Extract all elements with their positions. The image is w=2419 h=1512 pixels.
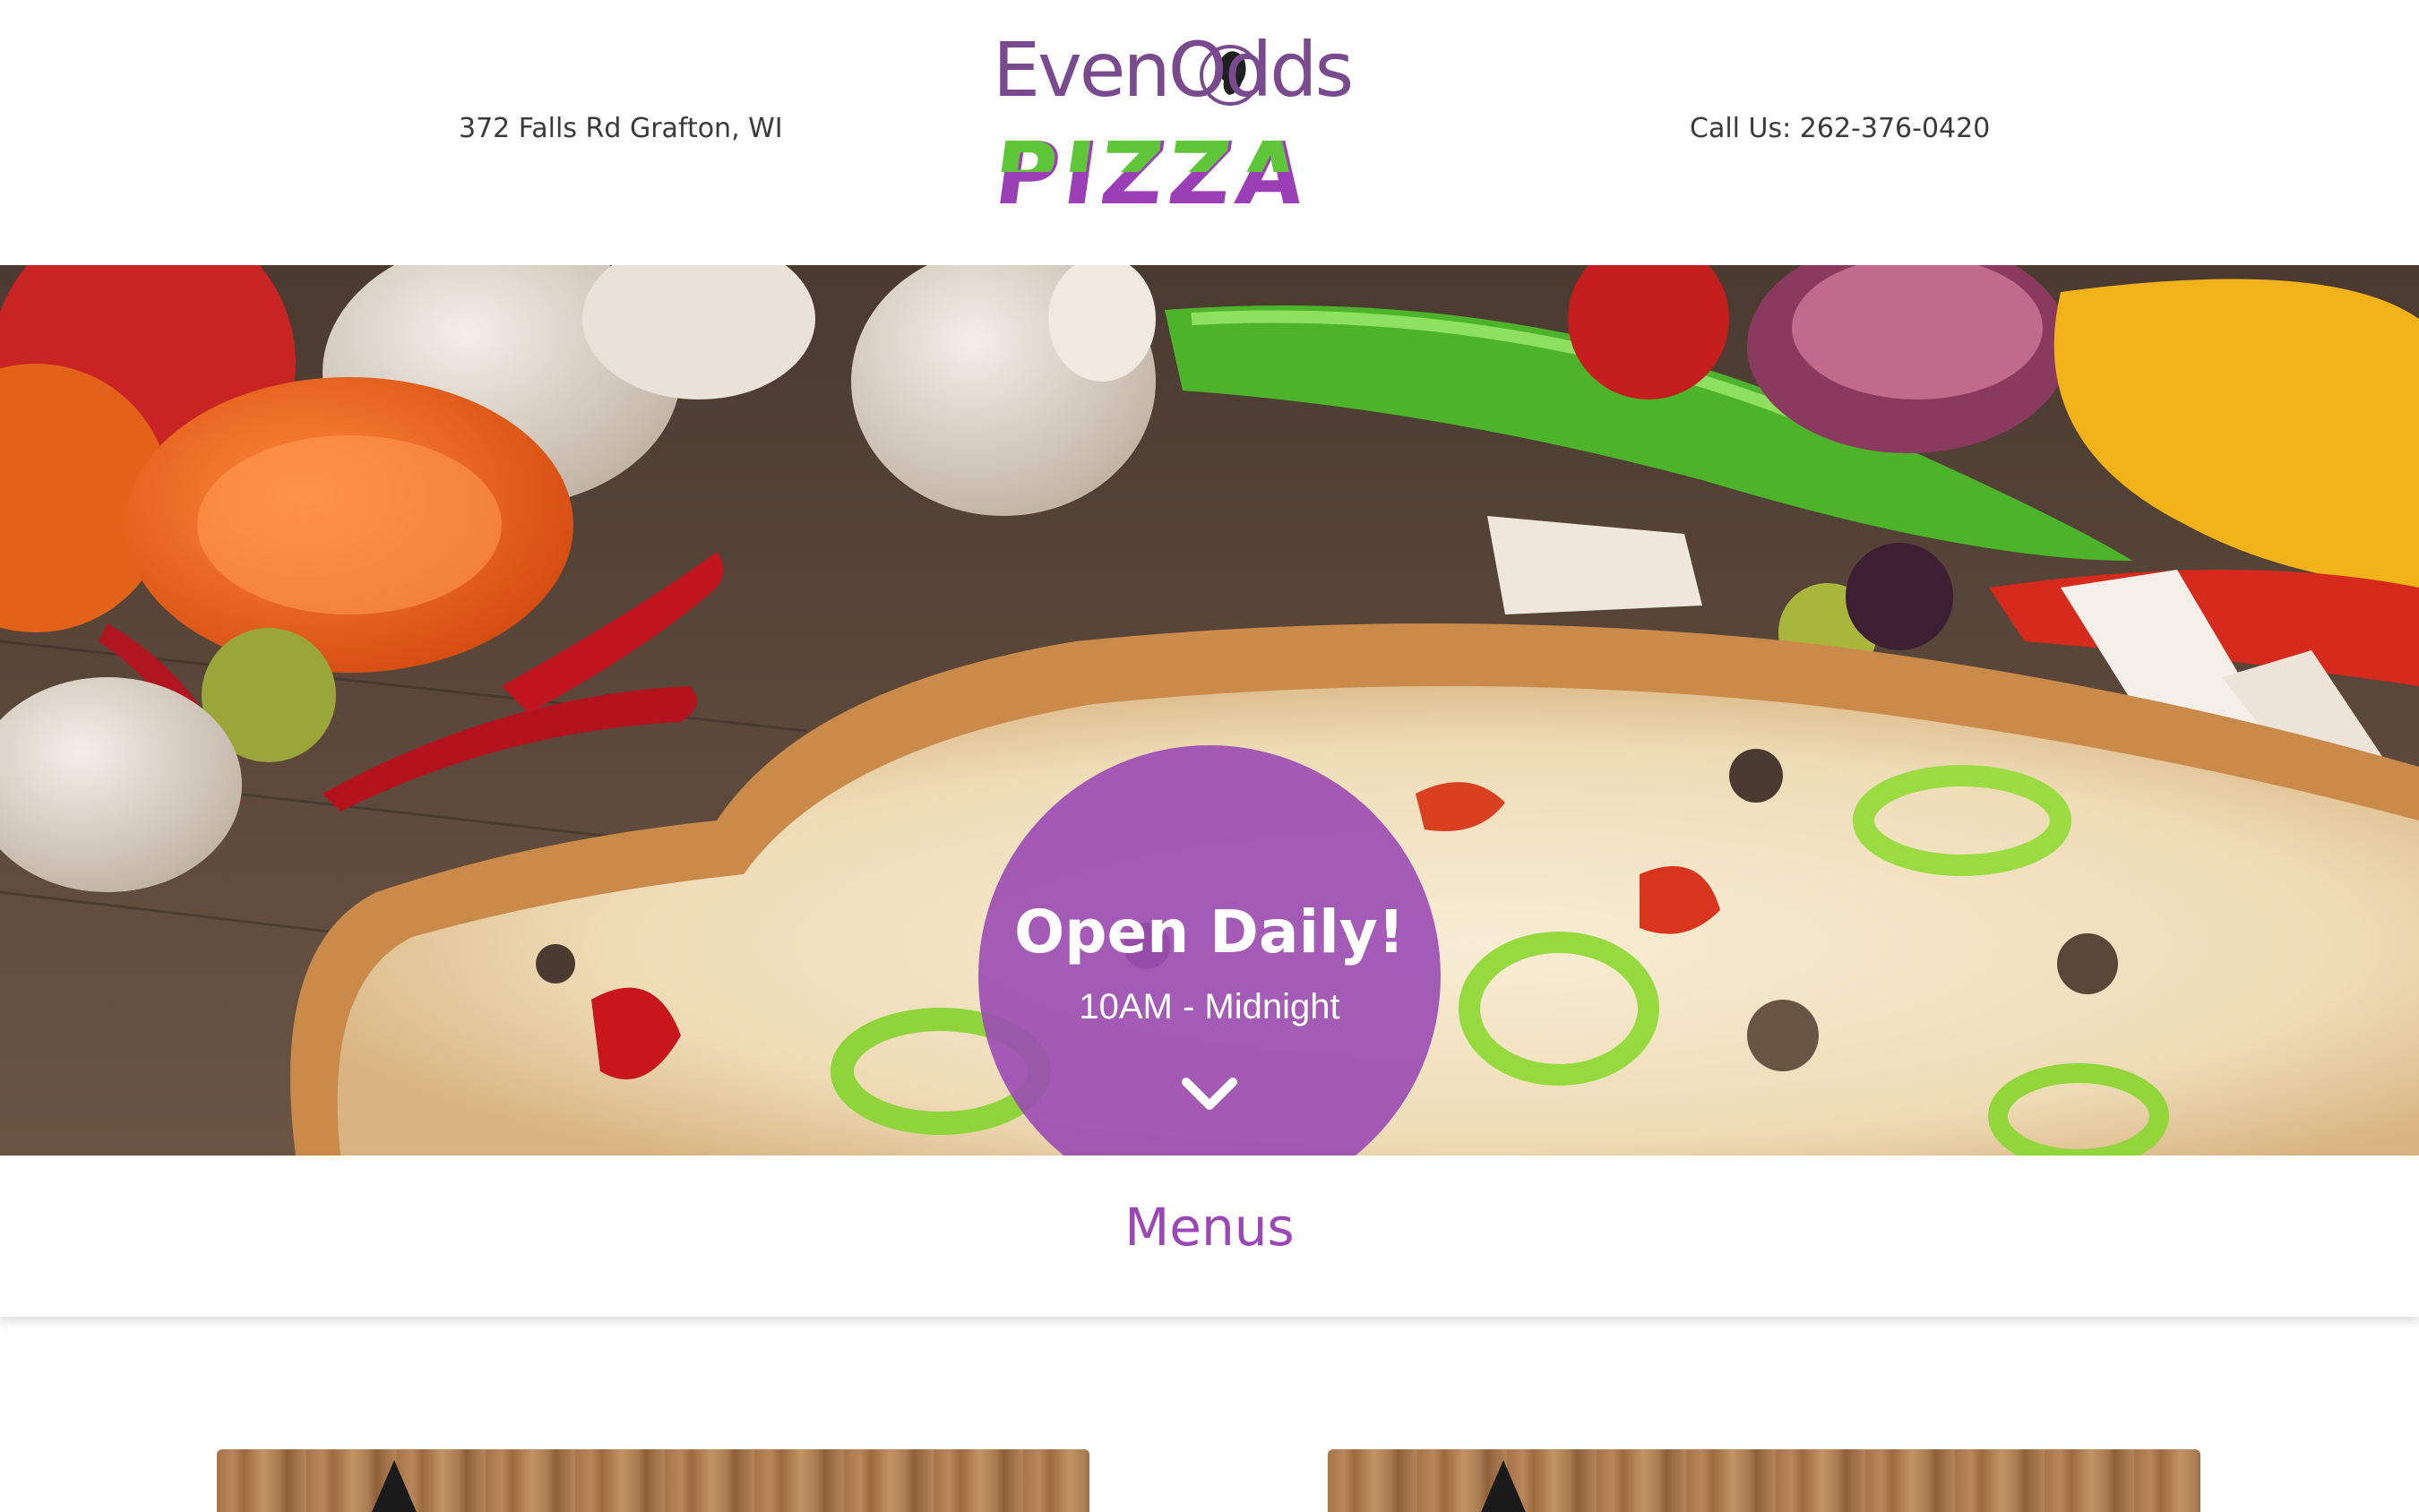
- logo-pizza-highlight: PIZZA: [994, 131, 1425, 172]
- menu-card[interactable]: [217, 1449, 1089, 1512]
- menus-title: Menus: [1124, 1197, 1295, 1258]
- logo[interactable]: EvenOdds PIZZA PIZZA: [989, 26, 1428, 224]
- site-header: 372 Falls Rd Grafton, WI EvenOdds PIZZA …: [0, 0, 2419, 265]
- chevron-down-icon[interactable]: [1181, 1077, 1238, 1113]
- menus-section-header: Menus: [0, 1155, 2419, 1317]
- hours-subtitle: 10AM - Midnight: [1079, 987, 1340, 1027]
- menu-card-graphic: [367, 1460, 421, 1512]
- hours-title: Open Daily!: [1014, 898, 1405, 966]
- logo-wordmark: EvenOdds: [993, 26, 1354, 114]
- menu-card[interactable]: [1328, 1449, 2200, 1512]
- menu-card-graphic: [1476, 1460, 1530, 1512]
- phone-text: Call Us: 262-376-0420: [1690, 113, 1991, 144]
- address-text: 372 Falls Rd Grafton, WI: [459, 113, 783, 144]
- hero-banner: Open Daily! 10AM - Midnight: [0, 265, 2419, 1155]
